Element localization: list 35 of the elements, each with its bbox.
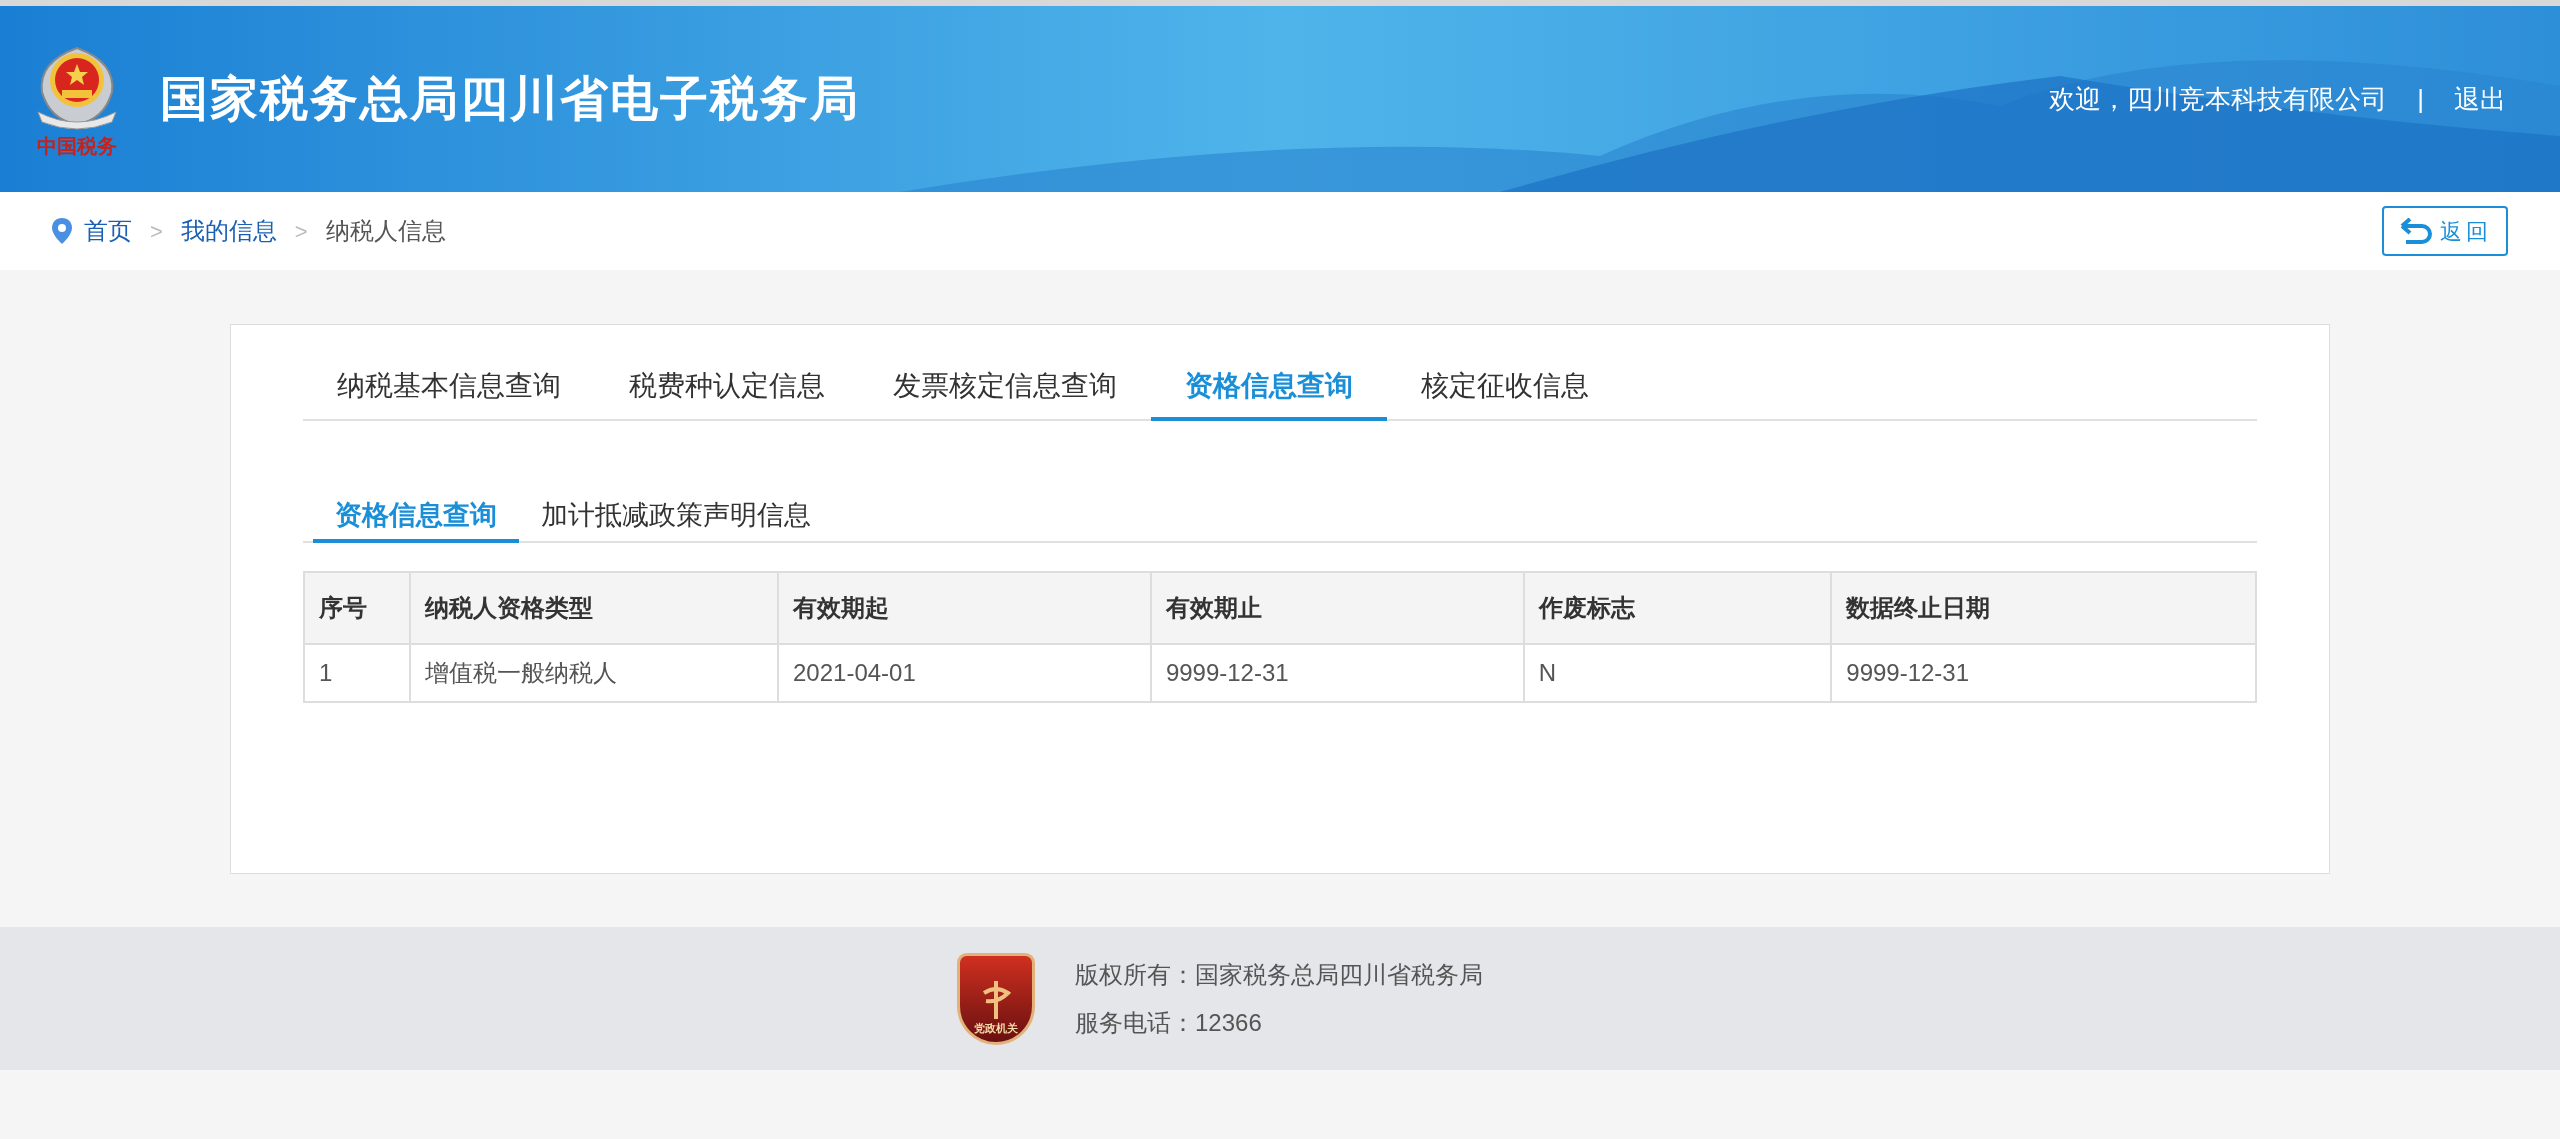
breadcrumb-link[interactable]: 首页 xyxy=(84,213,132,249)
column-header: 纳税人资格类型 xyxy=(410,572,778,644)
badge-text: 党政机关 xyxy=(974,1022,1018,1034)
breadcrumb-separator: > xyxy=(150,217,163,246)
logo-caption: 中国税务 xyxy=(37,136,117,156)
column-header: 有效期止 xyxy=(1150,572,1524,644)
table-cell: 2021-04-01 xyxy=(778,644,1151,702)
column-header: 作废标志 xyxy=(1523,572,1832,644)
back-button[interactable]: 返回 xyxy=(2382,206,2508,256)
copyright-text: 版权所有：国家税务总局四川省税务局 xyxy=(1075,959,1483,990)
tab[interactable]: 纳税基本信息查询 xyxy=(303,355,595,421)
welcome-text: 欢迎，四川竞本科技有限公司 xyxy=(2049,82,2388,116)
column-header: 数据终止日期 xyxy=(1831,572,2256,644)
sub-tab[interactable]: 资格信息查询 xyxy=(313,491,519,543)
breadcrumb-current: 纳税人信息 xyxy=(325,216,446,246)
breadcrumb-link[interactable]: 我的信息 xyxy=(180,213,277,249)
breadcrumb-separator: > xyxy=(294,217,308,246)
table-cell: 增值税一般纳税人 xyxy=(410,644,778,702)
site-title: 国家税务总局四川省电子税务局 xyxy=(160,71,860,127)
separator-text: | xyxy=(2417,82,2424,116)
tab[interactable]: 税费种认定信息 xyxy=(595,355,859,421)
tab[interactable]: 核定征收信息 xyxy=(1387,355,1623,421)
table-cell: 1 xyxy=(304,644,410,702)
tab[interactable]: 资格信息查询 xyxy=(1151,355,1387,421)
sub-tab[interactable]: 加计抵减政策声明信息 xyxy=(519,491,833,543)
table-cell: 9999-12-31 xyxy=(1831,644,2256,702)
column-header: 有效期起 xyxy=(778,572,1151,644)
location-pin-icon xyxy=(52,218,72,244)
column-header: 序号 xyxy=(304,572,410,644)
return-arrow-icon xyxy=(2398,218,2432,244)
table-cell: 9999-12-31 xyxy=(1150,644,1524,702)
phone-text: 服务电话：12366 xyxy=(1075,1007,1263,1038)
logout-link[interactable]: 退出 xyxy=(2454,79,2506,119)
tab[interactable]: 发票核定信息查询 xyxy=(859,355,1151,421)
table-cell: N xyxy=(1523,644,1832,702)
